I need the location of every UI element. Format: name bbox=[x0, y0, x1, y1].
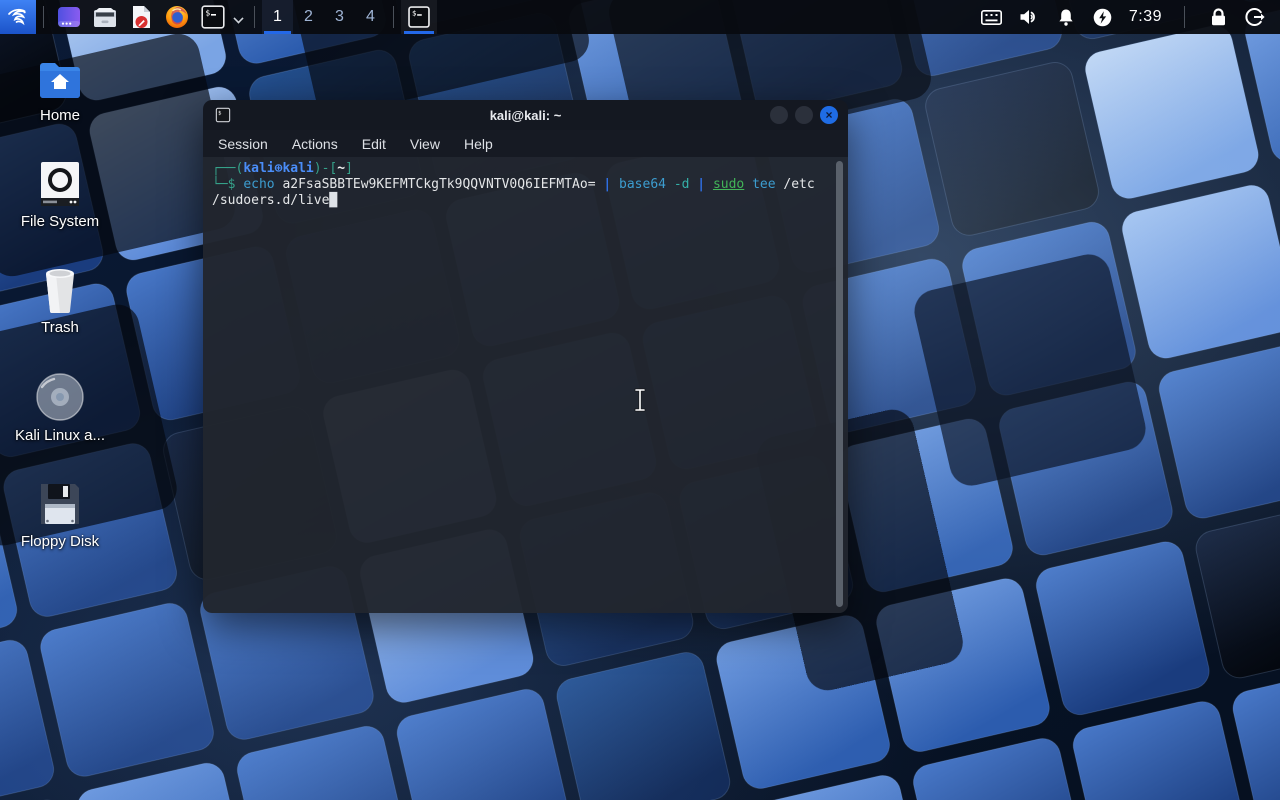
terminal-icon: $ bbox=[407, 5, 431, 29]
desktop-root: { "panel": { "menu_button": { "icon": "k… bbox=[0, 0, 1280, 800]
desktop-icon-file-system[interactable]: File System bbox=[12, 160, 108, 230]
menu-edit[interactable]: Edit bbox=[362, 136, 386, 152]
panel-separator bbox=[254, 6, 255, 28]
desktop-icon-label: Kali Linux a... bbox=[15, 427, 105, 444]
kali-logo-icon bbox=[6, 5, 30, 29]
terminal-launcher-dropdown-arrow[interactable] bbox=[231, 0, 245, 34]
launcher-file-manager[interactable] bbox=[89, 0, 121, 34]
workspace-4-button[interactable]: 4 bbox=[355, 0, 386, 34]
window-titlebar[interactable]: $ kali@kali: ~ × bbox=[203, 100, 848, 130]
desktop-icon-home[interactable]: Home bbox=[12, 58, 108, 124]
launcher-show-desktop[interactable] bbox=[53, 0, 85, 34]
text-editor-icon bbox=[128, 4, 154, 30]
desktop-icon-kali-installer[interactable]: Kali Linux a... bbox=[12, 372, 108, 444]
terminal-line: └─$ echo a2FsaSBBTEw9KEFMTCkgTk9QQVNTV0Q… bbox=[212, 177, 846, 193]
applications-menu-button[interactable] bbox=[0, 0, 36, 34]
menu-session[interactable]: Session bbox=[218, 136, 268, 152]
floppy-disk-icon bbox=[37, 480, 83, 528]
power-manager-icon bbox=[1093, 8, 1112, 27]
workspace-3-button[interactable]: 3 bbox=[324, 0, 355, 34]
terminal-window: $ kali@kali: ~ × Session Actions Edit Vi… bbox=[203, 100, 848, 613]
terminal-line: ┌──(kali⊕kali)-[~] bbox=[212, 161, 846, 177]
workspace-1-button[interactable]: 1 bbox=[262, 0, 293, 34]
panel-separator bbox=[1184, 6, 1185, 28]
home-folder-icon bbox=[36, 58, 84, 102]
svg-text:$: $ bbox=[218, 110, 221, 116]
volume-icon bbox=[1019, 8, 1039, 26]
hard-drive-icon bbox=[37, 160, 83, 208]
desktop-icon-floppy-disk[interactable]: Floppy Disk bbox=[12, 480, 108, 550]
launcher-terminal[interactable]: $ bbox=[197, 0, 229, 34]
launcher-firefox[interactable] bbox=[161, 0, 193, 34]
menu-help[interactable]: Help bbox=[464, 136, 493, 152]
terminal-scrollbar[interactable] bbox=[835, 159, 846, 609]
logout-icon bbox=[1245, 7, 1265, 27]
desktop-icon-label: Home bbox=[40, 107, 80, 124]
file-manager-icon bbox=[92, 4, 118, 30]
logout-button[interactable] bbox=[1244, 0, 1266, 34]
desktop-icon-label: File System bbox=[21, 213, 99, 230]
terminal-app-icon: $ bbox=[215, 107, 231, 123]
terminal-screen[interactable]: ┌──(kali⊕kali)-[~]└─$ echo a2FsaSBBTEw9K… bbox=[203, 157, 848, 613]
top-panel: $ 1 2 3 4 $ bbox=[0, 0, 1280, 34]
lock-screen-icon bbox=[1210, 7, 1227, 27]
keyboard-icon bbox=[981, 10, 1002, 25]
keyboard-layout-tray-button[interactable] bbox=[981, 0, 1003, 34]
desktop-icon-label: Floppy Disk bbox=[21, 533, 99, 550]
power-manager-tray-button[interactable] bbox=[1092, 0, 1114, 34]
system-tray: 7:39 bbox=[981, 0, 1280, 34]
desktop-icon-trash[interactable]: Trash bbox=[12, 266, 108, 336]
close-button[interactable]: × bbox=[820, 106, 838, 124]
panel-clock[interactable]: 7:39 bbox=[1129, 8, 1162, 26]
menu-actions[interactable]: Actions bbox=[292, 136, 338, 152]
svg-text:$: $ bbox=[412, 9, 417, 18]
notifications-tray-button[interactable] bbox=[1055, 0, 1077, 34]
lock-screen-button[interactable] bbox=[1207, 0, 1229, 34]
workspace-2-button[interactable]: 2 bbox=[293, 0, 324, 34]
volume-tray-button[interactable] bbox=[1018, 0, 1040, 34]
menu-view[interactable]: View bbox=[410, 136, 440, 152]
panel-separator bbox=[43, 6, 44, 28]
minimize-button[interactable] bbox=[770, 106, 788, 124]
trash-can-icon bbox=[38, 266, 82, 314]
notifications-bell-icon bbox=[1057, 8, 1075, 27]
launcher-text-editor[interactable] bbox=[125, 0, 157, 34]
terminal-line: /sudoers.d/live█ bbox=[212, 193, 846, 209]
terminal-menubar: Session Actions Edit View Help bbox=[203, 130, 848, 157]
terminal-icon: $ bbox=[200, 4, 226, 30]
scrollbar-thumb[interactable] bbox=[836, 161, 843, 607]
panel-separator bbox=[393, 6, 394, 28]
cd-disc-icon bbox=[35, 372, 85, 422]
svg-text:$: $ bbox=[205, 9, 210, 18]
window-controls: × bbox=[770, 106, 838, 124]
firefox-icon bbox=[164, 4, 190, 30]
maximize-button[interactable] bbox=[795, 106, 813, 124]
taskbar-window-button-terminal[interactable]: $ bbox=[401, 0, 437, 34]
show-desktop-icon bbox=[56, 4, 82, 30]
window-title: kali@kali: ~ bbox=[490, 108, 562, 123]
desktop-icon-label: Trash bbox=[41, 319, 79, 336]
